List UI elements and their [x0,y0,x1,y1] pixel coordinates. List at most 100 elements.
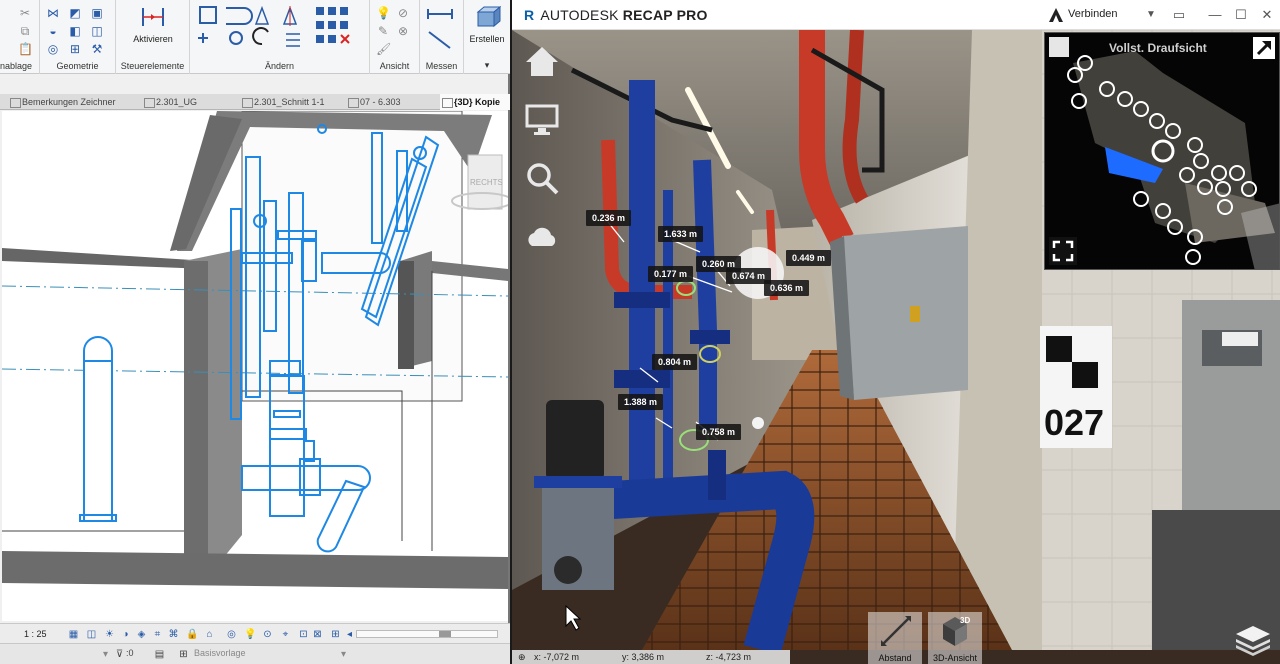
lightbulb-icon[interactable]: 💡 [376,6,391,20]
sun-path-icon[interactable]: ☀ [104,629,115,640]
glasses-icon[interactable]: ◎ [226,629,237,640]
scrollbar-thumb[interactable] [439,631,451,637]
coord-y: y: 3,386 m [622,652,665,662]
recap-window: R AUTODESK RECAP PRO Verbinden ▼ ▭ — ☐ ✕ [512,0,1280,664]
home-view-icon[interactable]: ⌂ [204,629,215,640]
search-icon[interactable] [524,160,560,196]
visual-style-icon[interactable]: ◫ [86,629,97,640]
minimize-icon[interactable]: — [1206,6,1224,24]
cloud-icon[interactable] [524,218,560,254]
activate-label: Aktivieren [133,34,173,44]
hammer-icon[interactable]: ⚒ [90,42,104,56]
show-crop-icon[interactable]: ⌘ [168,629,179,640]
beam-icon[interactable]: ◎ [46,42,60,56]
tab-3d-kopie[interactable]: {3D} Kopie [440,94,510,110]
ribbon-group-modify: Ändern [190,0,370,74]
shadows-icon[interactable]: ◑ [120,629,131,640]
ribbon-group-measure: Messen [420,0,464,74]
demolish-icon[interactable]: ◫ [90,24,104,38]
room-number-sign: 027 [1044,402,1104,443]
bulb-icon[interactable]: 💡 [244,629,256,640]
brush-icon[interactable]: 🖌 [376,42,391,56]
cut-icon[interactable]: ✂ [18,6,32,20]
document-tabs: Bemerkungen Zeichner 2.301_UG 2.301_Schn… [0,94,510,110]
lock-icon[interactable]: 🔒 [186,629,198,640]
measurement-label[interactable]: 0.236 m [586,210,632,226]
close-icon[interactable]: ✕ [1258,6,1276,24]
home-icon[interactable] [524,44,560,80]
viewcube-label: RECHTS [470,178,503,187]
create-button[interactable]: Erstellen [466,4,508,44]
join-icon[interactable]: ⋈ [46,6,60,20]
editable-icon[interactable]: ⊞ [178,649,189,660]
wall-joins-icon[interactable]: ◒ [46,24,60,38]
measure-icon[interactable] [426,6,458,52]
measurement-label[interactable]: 1.633 m [658,226,704,242]
brand-product: RECAP PRO [622,7,708,23]
scroll-left-icon[interactable]: ◂ [344,629,355,640]
tab-detail[interactable]: 07 - 6.303 [346,94,401,110]
pipe-model-drawing: RECHTS [2,111,508,589]
constraints-icon[interactable]: ⊠ [312,629,323,640]
ribbon-group-label: Steuerelemente [120,61,185,71]
filter-selection-icon[interactable]: ⊽ [114,649,125,660]
ribbon-group-label: Geometrie [56,61,99,71]
measurement-label[interactable]: 1.388 m [618,394,664,410]
tab-schnitt[interactable]: 2.301_Schnitt 1-1 [240,94,325,110]
recap-logo: R AUTODESK RECAP PRO [524,7,708,23]
paste-icon[interactable]: 📋 [18,42,33,56]
layers-icon[interactable] [1234,622,1272,656]
measurement-label[interactable]: 0.177 m [648,266,694,282]
tab-ug[interactable]: 2.301_UG [142,94,197,110]
modify-tools-icons [198,5,350,47]
measurement-label[interactable]: 0.449 m [786,250,832,266]
template-dropdown-icon[interactable]: ▾ [338,649,349,660]
measurement-label[interactable]: 0.804 m [652,354,698,370]
tab-label: 07 - 6.303 [360,97,401,107]
crop-icon[interactable]: ⌗ [152,629,163,640]
view-3d-button[interactable]: 3D 3D-Ansicht [928,612,982,664]
distance-button[interactable]: Abstand [868,612,922,664]
cut-geometry-icon[interactable]: ◩ [68,6,82,20]
status-bar: ▾ ⊽ :0 ▤ ⊞ Basisvorlage ▾ [0,643,510,664]
revit-3d-view[interactable]: RECHTS [2,111,508,621]
chat-icon[interactable]: ▭ [1170,6,1188,24]
tab-bemerkungen[interactable]: Bemerkungen Zeichner [8,94,116,110]
fullscreen-icon[interactable] [1049,237,1077,265]
measurement-label[interactable]: 0.758 m [696,424,742,440]
expand-arrow-icon[interactable] [1253,37,1275,59]
ribbon-group-label: Ändern [264,61,295,71]
worksets-icon[interactable]: ▾ [100,649,111,660]
tab-label: 2.301_UG [156,97,198,107]
detail-level-icon[interactable]: ▦ [68,629,79,640]
hide-icon[interactable]: ⊘ [396,6,410,20]
design-options-icon[interactable]: ▤ [154,649,165,660]
connect-dropdown-icon[interactable]: ▼ [1142,6,1160,24]
measurement-label[interactable]: 0.636 m [764,280,810,296]
mouse-cursor [565,604,582,631]
view-scale[interactable]: 1 : 25 [24,629,47,639]
horizontal-scrollbar[interactable] [356,630,498,638]
maximize-icon[interactable]: ☐ [1232,6,1250,24]
pencil-icon[interactable]: ✎ [376,24,390,38]
analysis-icon[interactable]: ⊡ [298,629,309,640]
render-icon[interactable]: ◈ [136,629,147,640]
reveal-icon[interactable]: ⌖ [280,629,291,640]
floorplan-pointcloud [1067,51,1279,269]
split-face-icon[interactable]: ▣ [90,6,104,20]
ribbon-group-label: Ansicht [379,61,410,71]
view-mode-icon[interactable] [1049,37,1069,57]
paint-icon[interactable]: ◧ [68,24,82,38]
template-name[interactable]: Basisvorlage [194,648,246,658]
filter-icon[interactable]: ⊗ [396,24,410,38]
minimap-panel[interactable]: Vollst. Draufsicht [1044,32,1280,270]
ribbon-group-view: 💡 ⊘ ✎ ⊗ 🖌 Ansicht [370,0,420,74]
temporary-hide-icon[interactable]: ⊙ [262,629,273,640]
connect-label[interactable]: Verbinden [1068,8,1118,20]
highlight-icon[interactable]: ⊞ [330,629,341,640]
monitor-icon[interactable] [524,102,560,138]
ribbon-dropdown-icon[interactable]: ▾ [464,60,510,71]
copy-icon[interactable]: ⧉ [18,24,32,38]
grid-icon[interactable]: ⊞ [68,42,82,56]
activate-button[interactable]: Aktivieren [126,4,180,44]
